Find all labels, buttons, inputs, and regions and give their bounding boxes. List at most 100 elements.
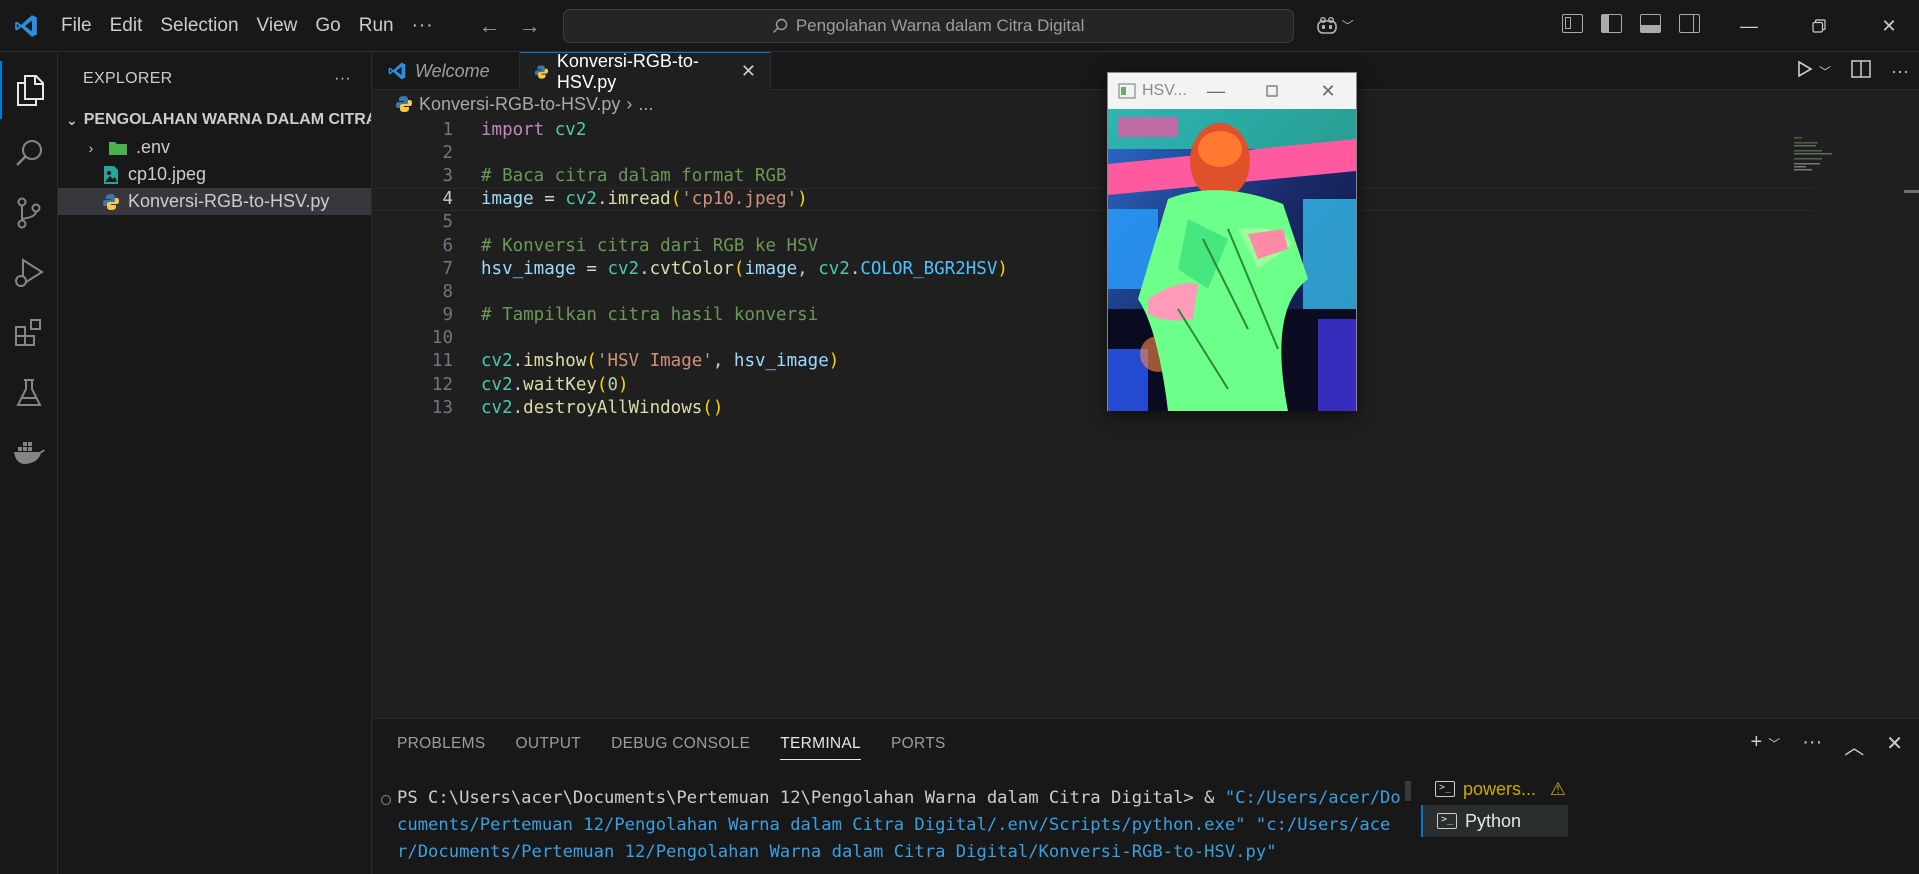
activity-bar — [0, 52, 58, 874]
code-text: image = cv2.imread('cp10.jpeg') — [481, 189, 808, 210]
terminal-icon: >_ — [1435, 781, 1455, 797]
menu-more-button[interactable]: ··· — [403, 0, 443, 51]
tree-item-label: .env — [136, 137, 171, 157]
source-control-activity[interactable] — [0, 184, 58, 242]
chevron-down-icon: ﹀ — [1341, 19, 1354, 33]
line-number: 2 — [442, 142, 453, 163]
toggle-primary-sidebar-icon[interactable] — [1601, 14, 1622, 33]
line-number: 9 — [442, 305, 453, 326]
workspace-folder[interactable]: ⌄ PENGOLAHAN WARNA DALAM CITRA DI... — [58, 106, 371, 134]
maximize-icon — [1266, 85, 1278, 97]
files-icon — [17, 75, 44, 106]
panel-actions: + ﹀ ··· ︿ ✕ — [1751, 731, 1903, 760]
breadcrumb-symbols[interactable]: ... — [638, 94, 653, 115]
code-line: 1 import cv2 — [373, 118, 1813, 141]
docker-activity[interactable] — [0, 424, 58, 482]
hsv-window-titlebar[interactable]: HSV... — ✕ — [1108, 73, 1356, 109]
navigation: ← → — [479, 13, 541, 39]
explorer-activity[interactable] — [0, 61, 58, 119]
run-debug-activity[interactable] — [0, 244, 58, 302]
minimap[interactable] — [1790, 135, 1850, 175]
tree-item-cp10[interactable]: cp10.jpeg — [58, 161, 371, 188]
code-line: 6 # Konversi citra dari RGB ke HSV — [373, 234, 1813, 257]
back-arrow-icon[interactable]: ← — [479, 13, 501, 39]
chevron-right-icon: › — [626, 93, 633, 114]
command-center-search[interactable]: Pengolahan Warna dalam Citra Digital — [562, 8, 1294, 43]
tree-item-label: cp10.jpeg — [128, 164, 207, 184]
hsv-maximize-button[interactable] — [1244, 73, 1300, 109]
tab-welcome[interactable]: Welcome — [373, 52, 520, 90]
code-line: 13 cv2.destroyAllWindows() — [373, 396, 1813, 419]
menu-run[interactable]: Run — [350, 0, 403, 51]
chevron-down-icon: ⌄ — [66, 111, 78, 128]
chevron-down-icon[interactable]: ﹀ — [1819, 63, 1831, 80]
menu-file[interactable]: File — [52, 0, 101, 51]
tab-output[interactable]: OUTPUT — [516, 735, 582, 753]
run-debug-icon — [15, 258, 44, 287]
run-python-file-button[interactable] — [1797, 60, 1813, 83]
tab-label: Welcome — [415, 60, 490, 81]
forward-arrow-icon[interactable]: → — [519, 13, 541, 39]
python-icon — [103, 193, 119, 210]
docker-icon — [14, 442, 45, 464]
line-number: 3 — [442, 165, 453, 186]
new-terminal-button[interactable]: + — [1751, 731, 1763, 760]
terminal-item-python[interactable]: >_ Python — [1421, 805, 1568, 837]
python-icon — [396, 96, 412, 112]
toggle-panel-icon[interactable] — [1640, 14, 1661, 33]
terminal-item-label: Python — [1465, 810, 1522, 831]
maximize-panel-button[interactable]: ︿ — [1844, 731, 1864, 760]
tree-item-python-file[interactable]: Konversi-RGB-to-HSV.py — [58, 188, 371, 215]
chevron-down-icon[interactable]: ﹀ — [1768, 735, 1780, 760]
split-editor-button[interactable] — [1851, 59, 1871, 83]
breadcrumb-file[interactable]: Konversi-RGB-to-HSV.py — [419, 94, 620, 115]
terminal-item-powershell[interactable]: >_ powers... ⚠ — [1421, 773, 1568, 805]
search-activity[interactable] — [0, 124, 58, 182]
more-actions-button[interactable]: ··· — [1891, 61, 1909, 82]
terminal-list: >_ powers... ⚠ >_ Python — [1421, 773, 1568, 837]
menu-edit[interactable]: Edit — [101, 0, 152, 51]
window-app-icon — [1118, 83, 1136, 99]
line-number: 10 — [431, 328, 453, 349]
tab-konversi[interactable]: Konversi-RGB-to-HSV.py ✕ — [520, 51, 771, 92]
code-editor[interactable]: 1 import cv2 2 3 # Baca citra dalam format… — [373, 118, 1813, 419]
menu-selection[interactable]: Selection — [151, 0, 247, 51]
menu-go[interactable]: Go — [306, 0, 349, 51]
scrollbar-marker — [1904, 190, 1919, 193]
terminal-scrollbar[interactable] — [1405, 781, 1411, 801]
close-panel-button[interactable]: ✕ — [1886, 731, 1903, 760]
minimize-window-button[interactable]: — — [1714, 0, 1784, 52]
line-number: 4 — [442, 189, 453, 210]
panel-more-button[interactable]: ··· — [1802, 731, 1822, 760]
close-window-button[interactable]: ✕ — [1854, 0, 1919, 52]
line-number: 12 — [431, 374, 453, 395]
explorer-sidebar: EXPLORER ··· ⌄ PENGOLAHAN WARNA DALAM CI… — [58, 52, 372, 874]
tab-problems[interactable]: PROBLEMS — [397, 735, 486, 753]
code-line: 5 — [373, 211, 1813, 234]
tab-ports[interactable]: PORTS — [891, 735, 946, 753]
tab-debug-console[interactable]: DEBUG CONSOLE — [611, 735, 750, 753]
code-line: 2 — [373, 141, 1813, 164]
terminal-output[interactable]: PS C:\Users\acer\Documents\Pertemuan 12\… — [395, 785, 1405, 866]
toggle-secondary-sidebar-icon[interactable] — [1679, 14, 1700, 33]
testing-activity[interactable] — [0, 364, 58, 422]
customize-layout-icon[interactable] — [1562, 14, 1583, 33]
code-comment: # Konversi citra dari RGB ke HSV — [481, 235, 819, 256]
command-decoration-icon[interactable] — [381, 795, 391, 805]
tree-item-env[interactable]: › .env — [58, 134, 371, 161]
close-tab-button[interactable]: ✕ — [741, 61, 756, 82]
hsv-close-button[interactable]: ✕ — [1300, 73, 1356, 109]
source-control-icon — [17, 197, 41, 229]
line-number: 1 — [442, 119, 453, 140]
hsv-minimize-button[interactable]: — — [1188, 73, 1244, 109]
tab-terminal[interactable]: TERMINAL — [780, 735, 861, 760]
explorer-more-button[interactable]: ··· — [334, 70, 351, 88]
hsv-image-window[interactable]: HSV... — ✕ — [1107, 72, 1357, 411]
extensions-activity[interactable] — [0, 304, 58, 362]
copilot-button[interactable]: ﹀ — [1316, 16, 1354, 35]
split-editor-icon — [1851, 59, 1871, 78]
restore-window-button[interactable] — [1784, 0, 1854, 52]
menu-view[interactable]: View — [248, 0, 307, 51]
code-text: cv2.destroyAllWindows() — [481, 397, 724, 418]
search-icon — [16, 140, 42, 166]
